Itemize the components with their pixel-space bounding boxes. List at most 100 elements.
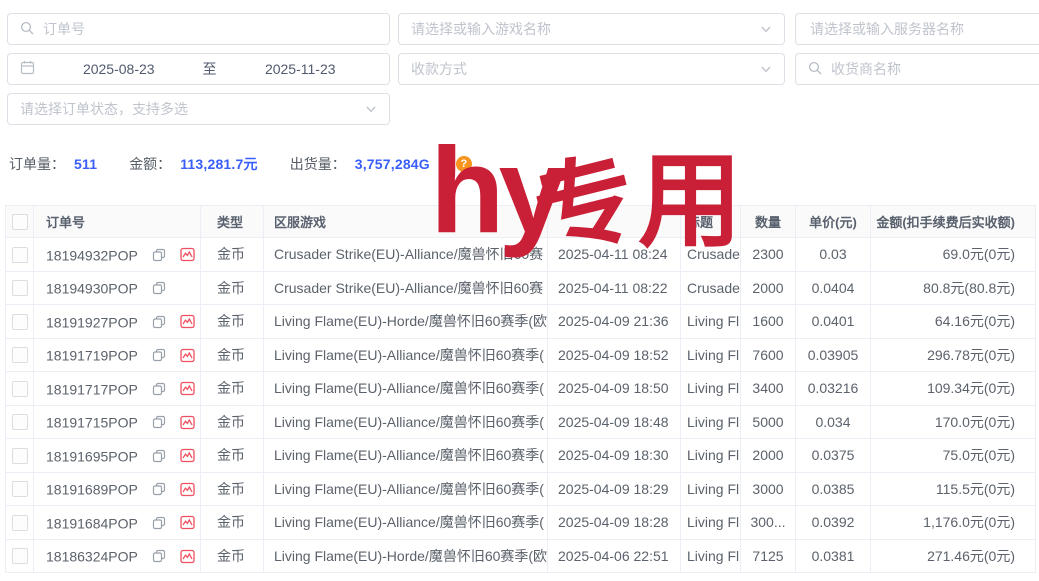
- cell-qty: 7125: [741, 539, 796, 573]
- image-icon[interactable]: [180, 549, 195, 564]
- row-checkbox[interactable]: [12, 448, 28, 464]
- cell-game: Living Flame(EU)-Alliance/魔兽怀旧60赛季(: [264, 405, 548, 439]
- row-checkbox[interactable]: [12, 414, 28, 430]
- header-qty: 数量: [741, 206, 796, 238]
- image-icon[interactable]: [180, 314, 195, 329]
- stat-amount: 金额： 113,281.7元: [129, 154, 258, 174]
- select-all-checkbox[interactable]: [12, 214, 28, 230]
- order-number: 18191927POP: [46, 314, 138, 330]
- stat-shipment: 出货量： 3,757,284G: [290, 154, 430, 174]
- image-icon[interactable]: [180, 515, 195, 530]
- cell-type: 金币: [201, 271, 264, 305]
- cell-type: 金币: [201, 372, 264, 406]
- cell-title: Living Fl: [681, 539, 741, 573]
- help-question-icon[interactable]: ?: [456, 156, 472, 172]
- copy-icon[interactable]: [152, 449, 166, 463]
- table-row: 18186324POP 金币 Living Flame(EU)-Horde/魔兽…: [6, 539, 1036, 573]
- table-row: 18194930POP 金币 Crusader Strike(EU)-Allia…: [6, 271, 1036, 305]
- copy-icon[interactable]: [152, 315, 166, 329]
- cell-qty: 7600: [741, 338, 796, 372]
- order-number: 18191715POP: [46, 414, 138, 430]
- copy-icon[interactable]: [152, 415, 166, 429]
- cell-price: 0.0404: [796, 271, 871, 305]
- stat-order-count-label: 订单量：: [9, 154, 65, 174]
- row-checkbox[interactable]: [12, 247, 28, 263]
- stat-order-count-value: 511: [74, 156, 97, 172]
- cell-qty: 2000: [741, 271, 796, 305]
- cell-time: 2025-04-09 18:28: [548, 506, 681, 540]
- cell-game: Living Flame(EU)-Alliance/魔兽怀旧60赛季(: [264, 439, 548, 473]
- cell-amount: 64.16元(0元): [871, 305, 1036, 339]
- merchant-name-input[interactable]: [795, 53, 1039, 85]
- image-icon[interactable]: [180, 348, 195, 363]
- cell-qty: 5000: [741, 405, 796, 439]
- copy-icon[interactable]: [152, 482, 166, 496]
- search-icon: [20, 21, 34, 38]
- date-start-value[interactable]: 2025-08-23: [42, 61, 196, 77]
- server-name-input[interactable]: [795, 13, 1039, 45]
- header-amount: 金额(扣手续费后实收额): [871, 206, 1036, 238]
- calendar-icon: [20, 60, 35, 78]
- cell-amount: 109.34元(0元): [871, 372, 1036, 406]
- cell-title: Living Fl: [681, 506, 741, 540]
- date-range-picker[interactable]: 2025-08-23 至 2025-11-23: [7, 53, 390, 85]
- payment-method-select[interactable]: 收款方式: [398, 53, 785, 85]
- row-checkbox[interactable]: [12, 347, 28, 363]
- row-checkbox[interactable]: [12, 515, 28, 531]
- copy-icon[interactable]: [152, 348, 166, 362]
- game-select-placeholder: 请选择或输入游戏名称: [411, 19, 753, 39]
- cell-type: 金币: [201, 305, 264, 339]
- cell-qty: 2300: [741, 238, 796, 272]
- image-icon[interactable]: [180, 415, 195, 430]
- table-row: 18194932POP 金币 Crusader Strike(EU)-Allia…: [6, 238, 1036, 272]
- cell-time: 2025-04-09 18:29: [548, 472, 681, 506]
- image-icon[interactable]: [180, 381, 195, 396]
- row-checkbox[interactable]: [12, 314, 28, 330]
- table-row: 18191689POP 金币 Living Flame(EU)-Alliance…: [6, 472, 1036, 506]
- row-checkbox[interactable]: [12, 548, 28, 564]
- order-number-field[interactable]: [41, 20, 377, 38]
- cell-price: 0.0381: [796, 539, 871, 573]
- cell-title: Living Fl: [681, 439, 741, 473]
- orders-table: 订单号 类型 区服游戏 标题 数量 单价(元) 金额(扣手续费后实收额) 181…: [5, 205, 1036, 573]
- cell-price: 0.03905: [796, 338, 871, 372]
- cell-type: 金币: [201, 338, 264, 372]
- copy-icon[interactable]: [152, 382, 166, 396]
- order-number: 18191695POP: [46, 448, 138, 464]
- row-checkbox[interactable]: [12, 481, 28, 497]
- server-name-field[interactable]: [808, 20, 1039, 38]
- order-number: 18194930POP: [46, 280, 138, 296]
- cell-price: 0.0392: [796, 506, 871, 540]
- image-icon[interactable]: [180, 448, 195, 463]
- chevron-down-icon: [760, 63, 772, 75]
- cell-amount: 271.46元(0元): [871, 539, 1036, 573]
- row-checkbox[interactable]: [12, 280, 28, 296]
- merchant-name-field[interactable]: [829, 60, 1039, 78]
- row-checkbox[interactable]: [12, 381, 28, 397]
- header-title: 标题: [681, 206, 741, 238]
- cell-time: 2025-04-09 18:48: [548, 405, 681, 439]
- copy-icon[interactable]: [152, 549, 166, 563]
- copy-icon[interactable]: [152, 248, 166, 262]
- header-game: 区服游戏: [264, 206, 548, 238]
- cell-type: 金币: [201, 405, 264, 439]
- copy-icon[interactable]: [152, 281, 166, 295]
- cell-amount: 296.78元(0元): [871, 338, 1036, 372]
- cell-title: Living Fl: [681, 472, 741, 506]
- search-icon: [808, 61, 822, 78]
- payment-select-placeholder: 收款方式: [411, 59, 753, 79]
- cell-game: Living Flame(EU)-Horde/魔兽怀旧60赛季(欧: [264, 539, 548, 573]
- stat-amount-label: 金额：: [129, 154, 171, 174]
- image-icon[interactable]: [180, 247, 195, 262]
- cell-qty: 3400: [741, 372, 796, 406]
- cell-amount: 75.0元(0元): [871, 439, 1036, 473]
- cell-game: Crusader Strike(EU)-Alliance/魔兽怀旧60赛: [264, 271, 548, 305]
- game-name-select[interactable]: 请选择或输入游戏名称: [398, 13, 785, 45]
- order-number: 18191689POP: [46, 481, 138, 497]
- date-end-value[interactable]: 2025-11-23: [224, 61, 378, 77]
- order-number-search-input[interactable]: [7, 13, 390, 45]
- cell-time: 2025-04-09 21:36: [548, 305, 681, 339]
- copy-icon[interactable]: [152, 516, 166, 530]
- image-icon[interactable]: [180, 482, 195, 497]
- order-status-select[interactable]: 请选择订单状态，支持多选: [7, 93, 390, 125]
